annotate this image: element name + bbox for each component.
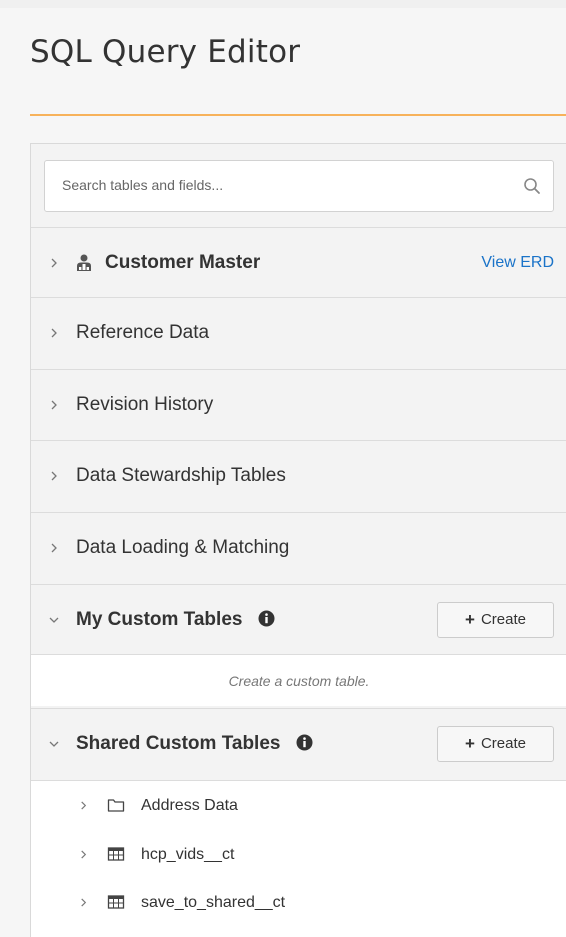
table-icon [107,847,125,861]
empty-custom-tables-message: Create a custom table. [31,654,566,706]
section-label: Revision History [76,393,214,415]
chevron-right-icon [51,543,57,552]
tree-item-save-to-shared-ct[interactable]: save_to_shared__ct [31,885,566,921]
section-label-wrap: Shared Custom Tables [76,733,313,755]
section-shared-custom-tables[interactable]: Shared Custom Tables + Create [31,708,566,778]
section-my-custom-tables[interactable]: My Custom Tables + Create [31,584,566,654]
info-icon[interactable] [258,610,275,627]
chevron-right-icon [51,328,57,337]
tree-item-address-data[interactable]: Address Data [31,788,566,824]
section-label: Data Loading & Matching [76,536,290,558]
section-label: Reference Data [76,321,210,343]
top-band [0,0,566,8]
view-erd-link[interactable]: View ERD [481,254,554,272]
chevron-right-icon [51,400,57,409]
chevron-down-icon [49,617,59,623]
chevron-right-icon [81,850,87,859]
chevron-right-icon [81,898,87,907]
search-icon[interactable] [523,177,541,195]
section-data-stewardship-tables[interactable]: Data Stewardship Tables [31,440,566,510]
tree-item-label: save_to_shared__ct [141,894,286,911]
section-label: My Custom Tables [76,608,243,630]
section-label: Shared Custom Tables [76,732,281,754]
tree-item-label: hcp_vids__ct [141,846,235,863]
chevron-right-icon [51,471,57,480]
section-label: Customer Master [105,251,261,273]
plus-icon: + [465,609,475,629]
section-data-loading-matching[interactable]: Data Loading & Matching [31,512,566,582]
chevron-right-icon [81,801,87,810]
search-box [44,160,554,212]
tree-item-hcp-vids-ct[interactable]: hcp_vids__ct [31,837,566,873]
create-label: Create [480,735,526,752]
search-input[interactable] [45,161,492,209]
info-icon[interactable] [296,734,313,751]
chevron-down-icon [49,741,59,747]
section-revision-history[interactable]: Revision History [31,369,566,439]
table-icon [107,895,125,909]
chevron-right-icon [51,258,57,267]
section-label: Data Stewardship Tables [76,464,286,486]
shared-tables-tree: Address Data hcp_vids__ct save_to_shared… [31,780,566,937]
section-label-wrap: My Custom Tables [76,609,275,631]
plus-icon: + [465,733,475,753]
create-label: Create [480,611,526,628]
folder-icon [107,799,125,812]
tree-item-label: Address Data [141,797,238,814]
customer-master-icon [77,254,91,271]
create-shared-table-button[interactable]: + Create [437,725,554,762]
page-title: SQL Query Editor [30,34,301,70]
section-customer-master[interactable]: Customer Master View ERD [31,227,566,297]
section-reference-data[interactable]: Reference Data [31,297,566,367]
create-custom-table-button[interactable]: + Create [437,601,554,638]
title-divider [30,114,566,116]
schema-browser-panel: Customer Master View ERD Reference Data … [30,143,566,937]
empty-message-text: Create a custom table. [228,672,370,689]
